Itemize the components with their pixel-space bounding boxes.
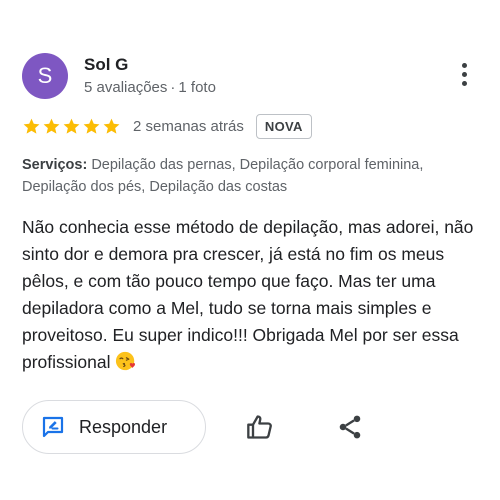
meta-separator: · <box>170 79 176 96</box>
new-badge: NOVA <box>255 113 312 139</box>
review-text-block: Não conhecia esse método de depilação, m… <box>22 214 484 376</box>
star-icon <box>43 118 60 134</box>
star-icon <box>23 118 40 134</box>
rating-row: 2 semanas atrás NOVA <box>22 112 312 140</box>
reviewer-name[interactable]: Sol G <box>84 55 128 75</box>
star-icon <box>83 118 100 134</box>
star-icon <box>103 118 120 134</box>
thumbs-up-icon[interactable] <box>246 413 274 441</box>
share-icon[interactable] <box>336 413 364 441</box>
reply-button[interactable]: Responder <box>22 400 206 454</box>
review-actions: Responder <box>22 400 478 454</box>
star-rating <box>22 117 121 136</box>
star-icon <box>63 118 80 134</box>
services-label: Serviços: <box>22 157 88 173</box>
reply-edit-icon <box>42 416 64 438</box>
photos-count: 1 foto <box>178 79 216 96</box>
review-header: S Sol G 5 avaliações · 1 foto <box>22 53 478 103</box>
reply-button-label: Responder <box>79 416 168 437</box>
avatar[interactable]: S <box>22 53 68 99</box>
reviewer-meta: 5 avaliações · 1 foto <box>84 79 216 96</box>
review-text: Não conhecia esse método de depilação, m… <box>22 217 474 372</box>
avatar-initial: S <box>37 63 53 88</box>
more-vert-icon[interactable] <box>460 63 468 89</box>
face-blowing-kiss-emoji <box>115 351 135 371</box>
reviews-count: 5 avaliações <box>84 79 168 96</box>
services-line: Serviços: Depilação das pernas, Depilaçã… <box>22 154 482 198</box>
review-time: 2 semanas atrás <box>133 117 244 135</box>
